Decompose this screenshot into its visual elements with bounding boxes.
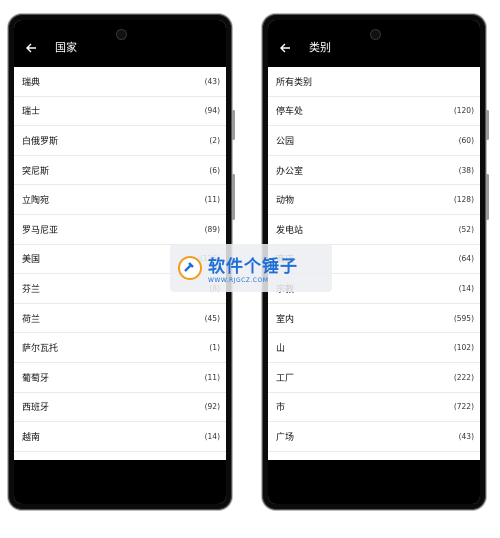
power-button — [486, 174, 489, 220]
item-count: (43) — [204, 76, 220, 86]
item-label: 办公室 — [276, 166, 304, 177]
list-item[interactable]: 荷兰 (45) — [14, 304, 226, 334]
item-label: 罗马尼亚 — [22, 225, 59, 236]
app-bar: 类别 — [268, 20, 480, 67]
arrow-left-icon[interactable] — [275, 38, 295, 58]
item-label: 停车处 — [276, 107, 304, 118]
item-label: 公园 — [276, 136, 295, 147]
list-item[interactable]: 办公室 (38) — [268, 156, 480, 186]
power-button — [232, 174, 235, 220]
item-count: (222) — [453, 372, 474, 382]
item-count: (1) — [209, 343, 220, 353]
item-label: 山 — [276, 344, 286, 355]
item-label: 白俄罗斯 — [22, 136, 59, 147]
item-count: (595) — [453, 313, 474, 323]
navigation-bar — [14, 460, 226, 504]
item-count: (14) — [204, 431, 220, 441]
item-count: (52) — [458, 224, 474, 234]
item-label: 芬兰 — [22, 284, 41, 295]
item-count: (128) — [453, 195, 474, 205]
item-count: (60) — [458, 135, 474, 145]
list-item[interactable]: 瑞士 (94) — [14, 97, 226, 127]
item-label: 瑞典 — [22, 77, 41, 88]
volume-button — [232, 110, 235, 140]
item-count: (38) — [458, 165, 474, 175]
item-label: 越南 — [22, 432, 41, 443]
watermark-title: 软件个锤子 — [208, 257, 298, 277]
list-item[interactable]: 工厂 (222) — [268, 363, 480, 393]
front-camera — [370, 29, 381, 40]
list-item[interactable]: 瑞典 (43) — [14, 67, 226, 97]
item-count: (11) — [204, 372, 220, 382]
list-item[interactable]: 萨尔瓦托 (1) — [14, 333, 226, 363]
item-label: 所有类别 — [276, 77, 313, 88]
item-label: 美国 — [22, 255, 41, 266]
item-count: (45) — [204, 313, 220, 323]
item-label: 荷兰 — [22, 314, 41, 325]
item-count: (11) — [204, 195, 220, 205]
item-count: (89) — [204, 224, 220, 234]
list-item[interactable]: 西班牙 (92) — [14, 393, 226, 423]
list-item[interactable]: 葡萄牙 (11) — [14, 363, 226, 393]
page-title: 国家 — [55, 41, 77, 54]
list-item[interactable]: 山 (102) — [268, 333, 480, 363]
item-count: (14) — [458, 283, 474, 293]
list-item[interactable]: 立陶宛 (11) — [14, 185, 226, 215]
list-item[interactable]: 广场 (43) — [268, 422, 480, 452]
item-count: (94) — [204, 106, 220, 116]
item-count: (92) — [204, 402, 220, 412]
item-count: (6) — [209, 165, 220, 175]
hammer-logo-icon — [178, 256, 202, 280]
item-label: 室内 — [276, 314, 295, 325]
item-label: 突尼斯 — [22, 166, 50, 177]
item-count: (120) — [453, 106, 474, 116]
list-item[interactable]: 停车处 (120) — [268, 97, 480, 127]
item-count: (722) — [453, 402, 474, 412]
item-count: (64) — [458, 254, 474, 264]
item-label: 发电站 — [276, 225, 304, 236]
item-label: 工厂 — [276, 373, 295, 384]
list-item[interactable]: 市 (722) — [268, 393, 480, 423]
list-item[interactable]: 动物 (128) — [268, 185, 480, 215]
item-label: 西班牙 — [22, 403, 50, 414]
list-item[interactable]: 所有类别 — [268, 67, 480, 97]
list-item[interactable]: 罗马尼亚 (89) — [14, 215, 226, 245]
list-item[interactable]: 发电站 (52) — [268, 215, 480, 245]
app-bar: 国家 — [14, 20, 226, 67]
page-title: 类别 — [309, 41, 331, 54]
watermark-url: WWW.RJGCZ.COM — [208, 277, 269, 284]
item-label: 动物 — [276, 196, 295, 207]
item-label: 瑞士 — [22, 107, 41, 118]
arrow-left-icon[interactable] — [21, 38, 41, 58]
volume-button — [486, 110, 489, 140]
item-label: 广场 — [276, 432, 295, 443]
item-label: 萨尔瓦托 — [22, 344, 59, 355]
list-item[interactable]: 突尼斯 (6) — [14, 156, 226, 186]
item-label: 葡萄牙 — [22, 373, 50, 384]
list-item[interactable]: 越南 (14) — [14, 422, 226, 452]
front-camera — [116, 29, 127, 40]
item-count: (43) — [458, 431, 474, 441]
watermark: 软件个锤子 WWW.RJGCZ.COM — [170, 244, 332, 292]
list-item[interactable]: 公园 (60) — [268, 126, 480, 156]
item-count: (102) — [453, 343, 474, 353]
list-item[interactable]: 室内 (595) — [268, 304, 480, 334]
navigation-bar — [268, 460, 480, 504]
list-item[interactable]: 白俄罗斯 (2) — [14, 126, 226, 156]
item-label: 市 — [276, 403, 286, 414]
item-label: 立陶宛 — [22, 196, 50, 207]
item-count: (2) — [209, 135, 220, 145]
